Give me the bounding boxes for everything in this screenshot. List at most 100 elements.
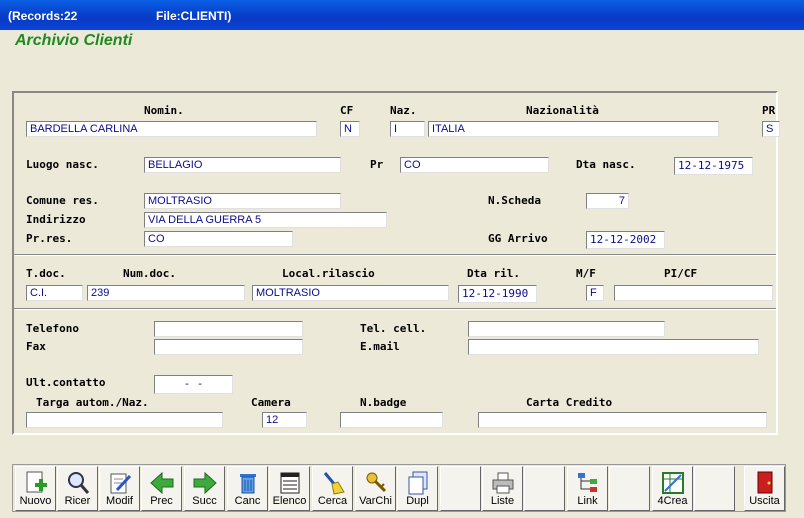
nazionalita-field[interactable]: ITALIA [428,121,719,137]
luogo-nasc-field[interactable]: BELLAGIO [144,157,341,173]
label-email: E.mail [360,340,400,353]
label-pi-cf: PI/CF [664,267,698,280]
edit-doc-icon [110,473,131,494]
cf-field[interactable]: N [340,121,360,137]
label-tel-cell: Tel. cell. [360,322,427,335]
label-targa: Targa autom./Naz. [36,396,149,409]
comune-res-field[interactable]: MOLTRASIO [144,193,341,209]
dupl-button[interactable]: Dupl [397,466,438,511]
canc-button[interactable]: Canc [227,466,268,511]
magnifier-icon [67,472,89,494]
label-nomin: Nomin. [144,104,184,117]
printer-icon [492,472,513,494]
ult-contatto-field[interactable]: - - [154,375,233,394]
label-fax: Fax [26,340,46,353]
crea-label: 4Crea [657,495,688,507]
records-count: (Records:22 [8,9,78,23]
carta-credito-field[interactable] [478,412,767,428]
nomin-field[interactable]: BARDELLA CARLINA [26,121,317,137]
succ-button[interactable]: Succ [184,466,225,511]
pr-field[interactable]: S [762,121,780,137]
indirizzo-field[interactable]: VIA DELLA GUERRA 5 [144,212,387,228]
label-mf: M/F [576,267,596,280]
empty-button-4[interactable] [694,466,735,511]
label-comune-res: Comune res. [26,194,99,207]
prec-button[interactable]: Prec [141,466,182,511]
label-dta-ril: Dta ril. [467,267,520,280]
mf-field[interactable]: F [586,285,604,301]
record-panel [12,91,778,435]
ricer-label: Ricer [64,495,91,507]
label-carta-credito: Carta Credito [526,396,613,409]
n-badge-field[interactable] [340,412,443,428]
fax-field[interactable] [154,339,303,355]
label-luogo-nasc: Luogo nasc. [26,158,99,171]
n-scheda-field[interactable]: 7 [586,193,629,209]
app-title: Archivio Clienti [15,32,133,49]
canc-label: Canc [234,495,261,507]
window-titlebar: (Records:22 File:CLIENTI) [0,0,804,30]
nuovo-button[interactable]: Nuovo [15,466,56,511]
pr-nasc-field[interactable]: CO [400,157,549,173]
exit-door-icon [757,471,772,494]
new-doc-icon [26,471,47,493]
file-name: File:CLIENTI) [156,9,232,23]
elenco-label: Elenco [272,495,307,507]
label-n-badge: N.badge [360,396,407,409]
empty-button-2[interactable] [524,466,565,511]
pi-cf-field[interactable] [614,285,773,301]
label-dta-nasc: Dta nasc. [576,158,636,171]
pr-res-field[interactable]: CO [144,231,293,247]
empty-button-1[interactable] [440,466,481,511]
num-doc-field[interactable]: 239 [87,285,245,301]
tel-cell-field[interactable] [468,321,665,337]
label-pr2: Pr [370,158,384,171]
arrow-right-icon [193,471,217,495]
uscita-button[interactable]: Uscita [744,466,785,511]
label-pr: PR [762,104,776,117]
arrow-left-icon [149,471,173,495]
table-icon [661,472,684,494]
label-naz: Naz. [390,104,417,117]
local-rilascio-field[interactable]: MOLTRASIO [252,285,449,301]
dupl-label: Dupl [406,495,429,507]
tree-icon [577,473,597,492]
nuovo-label: Nuovo [19,495,52,507]
dta-ril-field[interactable]: 12-12-1990 [458,285,537,303]
crea-button[interactable]: 4Crea [652,466,693,511]
keys-icon [366,472,386,493]
cerca-label: Cerca [317,495,348,507]
label-gg-arrivo: GG Arrivo [488,232,548,245]
separator-1 [14,254,776,256]
prec-label: Prec [150,495,173,507]
modif-button[interactable]: Modif [99,466,140,511]
targa-field[interactable] [26,412,223,428]
label-num-doc: Num.doc. [123,267,176,280]
empty-button-3[interactable] [609,466,650,511]
elenco-button[interactable]: Elenco [269,466,310,511]
link-button[interactable]: Link [567,466,608,511]
link-label: Link [577,495,598,507]
ricer-button[interactable]: Ricer [57,466,98,511]
uscita-label: Uscita [749,495,780,507]
varchi-label: VarChi [359,495,392,507]
label-camera: Camera [251,396,291,409]
varchi-button[interactable]: VarChi [355,466,396,511]
t-doc-field[interactable]: C.I. [26,285,83,301]
copy-icon [408,471,427,495]
cerca-button[interactable]: Cerca [312,466,353,511]
telefono-field[interactable] [154,321,303,337]
modif-label: Modif [106,495,133,507]
gg-arrivo-field[interactable]: 12-12-2002 [586,231,665,249]
label-n-scheda: N.Scheda [488,194,541,207]
label-local-rilascio: Local.rilascio [282,267,375,280]
trash-icon [239,474,256,494]
camera-field[interactable]: 12 [262,412,307,428]
liste-button[interactable]: Liste [482,466,523,511]
email-field[interactable] [468,339,759,355]
naz-field[interactable]: I [390,121,425,137]
list-icon [280,472,299,494]
succ-label: Succ [192,495,217,507]
label-nazionalita: Nazionalità [526,104,599,117]
dta-nasc-field[interactable]: 12-12-1975 [674,157,753,175]
